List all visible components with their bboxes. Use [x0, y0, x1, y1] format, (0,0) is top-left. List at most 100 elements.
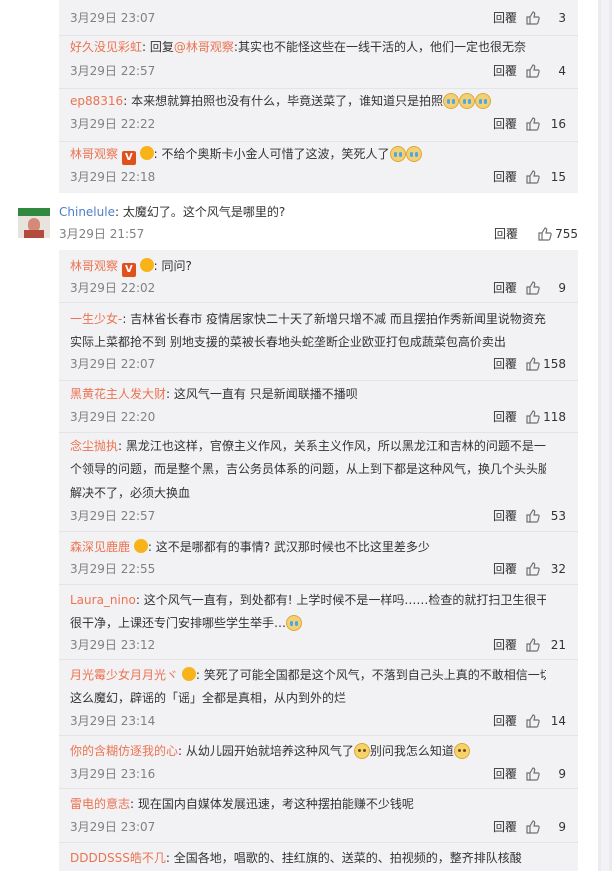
fan-badge-icon	[133, 539, 148, 553]
reply-username[interactable]: 林哥观察	[70, 259, 118, 273]
reply-time: 3月29日 22:57	[70, 509, 156, 523]
reply-text-line: 森深见鹿鹿 : 这不是哪都有的事情? 武汉那时候也不比这里差多少	[70, 536, 546, 559]
like-count: 9	[558, 281, 566, 295]
like-count: 9	[558, 767, 566, 781]
reply-username[interactable]: Laura_nino	[70, 593, 136, 607]
reply-text: 这风气一直有 只是新闻联播不播呗	[173, 387, 358, 401]
thumb-up-icon	[538, 227, 552, 241]
thumb-up-icon	[526, 638, 540, 652]
reply-text: 这个风气一直有，到处都有! 上学时候不是一样吗……检查的就打扫卫生很干净	[143, 593, 546, 607]
reply-button[interactable]: 回覆	[493, 354, 517, 374]
reply-username[interactable]: 森深见鹿鹿	[70, 540, 130, 554]
thumb-up-icon	[526, 714, 540, 728]
thumb-up-icon	[526, 357, 540, 371]
reply-item: 林哥观察 V : 同问? 3月29日 22:02 回覆 9	[59, 250, 578, 303]
main-comment-meta: 3月29日 21:57 回覆 755	[59, 224, 578, 244]
like-button[interactable]: 21	[526, 635, 566, 655]
like-button[interactable]: 32	[526, 559, 566, 579]
cry-laugh-emoji-icon	[286, 615, 303, 631]
main-comment-username[interactable]: Chinelule	[59, 205, 115, 219]
thumb-up-icon	[526, 820, 540, 834]
fan-badge-icon	[139, 258, 154, 272]
reply-text: 笑死了可能全国都是这个风气，不落到自己头上真的不敢相信一切	[203, 668, 546, 682]
reply-meta: 3月29日 22:02 回覆 9	[70, 278, 578, 298]
scrollbar-thumb[interactable]	[601, 0, 609, 871]
main-comment-text: Chinelule: 太魔幻了。这个风气是哪里的?	[59, 201, 285, 224]
like-button[interactable]: 53	[526, 506, 566, 526]
reply-button[interactable]: 回覆	[493, 764, 517, 784]
reply-username[interactable]: 念尘抛执	[70, 439, 118, 453]
reply-time: 3月29日 23:07	[70, 820, 156, 834]
reply-username[interactable]: 黑黄花主人发大财	[70, 387, 166, 401]
main-comment: Chinelule: 太魔幻了。这个风气是哪里的? 3月29日 21:57 回覆…	[0, 0, 578, 250]
reply-button[interactable]: 回覆	[493, 559, 517, 579]
like-count: 755	[555, 227, 578, 241]
reply-username[interactable]: DDDDSSS皓不几	[70, 851, 166, 865]
like-count: 53	[550, 509, 566, 523]
reply-button[interactable]: 回覆	[493, 506, 517, 526]
reply-text: 全国各地，唱歌的、挂红旗的、送菜的、拍视频的，整齐排队核酸	[173, 851, 522, 865]
like-button[interactable]: 755	[538, 224, 578, 244]
reply-item: 你的含糊仿逐我的心: 从幼儿园开始就培养这种风气了 别问我怎么知道 3月29日 2…	[59, 735, 578, 789]
thumb-up-icon	[526, 410, 540, 424]
reply-button[interactable]: 回覆	[493, 407, 517, 427]
colon: :	[165, 851, 170, 865]
fan-badge-icon	[181, 667, 196, 681]
reply-time: 3月29日 23:12	[70, 638, 156, 652]
reply-meta: 3月29日 22:20 回覆 118	[70, 407, 578, 427]
reply-item: 森深见鹿鹿 : 这不是哪都有的事情? 武汉那时候也不比这里差多少 3月29日 2…	[59, 531, 578, 585]
main-comment-body: 太魔幻了。这个风气是哪里的?	[122, 205, 286, 219]
reply-button[interactable]: 回覆	[494, 224, 518, 244]
like-count: 158	[543, 357, 566, 371]
reply-text-line: 黑黄花主人发大财: 这风气一直有 只是新闻联播不播呗	[70, 383, 546, 406]
thumb-up-icon	[526, 281, 540, 295]
colon: :	[130, 797, 135, 811]
like-button[interactable]: 9	[526, 764, 566, 784]
reply-meta: 3月29日 22:55 回覆 32	[70, 559, 578, 579]
reply-button[interactable]: 回覆	[493, 278, 517, 298]
thumb-up-icon	[526, 509, 540, 523]
grin-emoji-icon	[453, 743, 470, 759]
reply-text-line: 月光霉少女月月光ヾ : 笑死了可能全国都是这个风气，不落到自己头上真的不敢相信一…	[70, 664, 546, 687]
reply-text-line: 一生少女-: 吉林省长春市 疫情居家快二十天了新增只增不减 而且摆拍作秀新闻里说…	[70, 308, 546, 331]
reply-username[interactable]: 你的含糊仿逐我的心	[70, 744, 178, 758]
reply-button[interactable]: 回覆	[493, 817, 517, 837]
like-button[interactable]: 158	[526, 354, 566, 374]
like-count: 118	[543, 410, 566, 424]
reply-text: 黑龙江也这样，官僚主义作风，关系主义作风，所以黑龙江和吉林的问题不是一两	[125, 439, 546, 453]
reply-time: 3月29日 22:02	[70, 281, 156, 295]
reply-username[interactable]: 月光霉少女月月光ヾ	[70, 668, 178, 682]
reply-meta: 3月29日 23:16 回覆 9	[70, 764, 578, 784]
reply-text-line: Laura_nino: 这个风气一直有，到处都有! 上学时候不是一样吗……检查的…	[70, 589, 546, 612]
colon: :	[178, 744, 183, 758]
like-button[interactable]: 14	[526, 711, 566, 731]
thumb-up-icon	[526, 562, 540, 576]
colon: :	[118, 439, 123, 453]
like-count: 32	[550, 562, 566, 576]
reply-text-line: 实际上菜都抢不到 别地支援的菜被长春地头蛇垄断企业欧亚打包成蔬菜包高价卖出	[70, 335, 506, 349]
avatar[interactable]	[18, 208, 50, 238]
reply-item: 雷电的意志: 现在国内自媒体发展迅速，考这种摆拍能赚不少钱呢 3月29日 23:…	[59, 788, 578, 843]
reply-time: 3月29日 22:20	[70, 410, 156, 424]
reply-username[interactable]: 一生少女-	[70, 312, 122, 326]
reply-text-line: 这么魔幻，辟谣的「谣」全都是真相，从内到外的烂	[70, 691, 347, 705]
like-button[interactable]: 9	[526, 278, 566, 298]
reply-time: 3月29日 22:07	[70, 357, 156, 371]
reply-panel-bottom: 林哥观察 V : 同问? 3月29日 22:02 回覆 9 一生少女-: 吉林省…	[59, 250, 578, 871]
verified-badge-icon: V	[121, 263, 136, 277]
like-button[interactable]: 9	[526, 817, 566, 837]
reply-text-line: 很干净，上课还专门安排哪些学生举手…	[70, 612, 546, 635]
reply-item: 一生少女-: 吉林省长春市 疫情居家快二十天了新增只增不减 而且摆拍作秀新闻里说…	[59, 302, 578, 381]
reply-username[interactable]: 雷电的意志	[70, 797, 130, 811]
reply-text: 从幼儿园开始就培养这种风气了	[185, 744, 354, 758]
reply-meta: 3月29日 23:14 回覆 14	[70, 711, 578, 731]
scrollbar-track[interactable]	[598, 0, 612, 871]
reply-time: 3月29日 23:16	[70, 767, 156, 781]
reply-button[interactable]: 回覆	[493, 711, 517, 731]
reply-item: DDDDSSS皓不几: 全国各地，唱歌的、挂红旗的、送菜的、拍视频的，整齐排队核…	[59, 842, 578, 871]
thumb-up-icon	[526, 767, 540, 781]
reply-button[interactable]: 回覆	[493, 635, 517, 655]
like-button[interactable]: 118	[526, 407, 566, 427]
like-count: 21	[550, 638, 566, 652]
reply-meta: 3月29日 23:07 回覆 9	[70, 817, 578, 837]
